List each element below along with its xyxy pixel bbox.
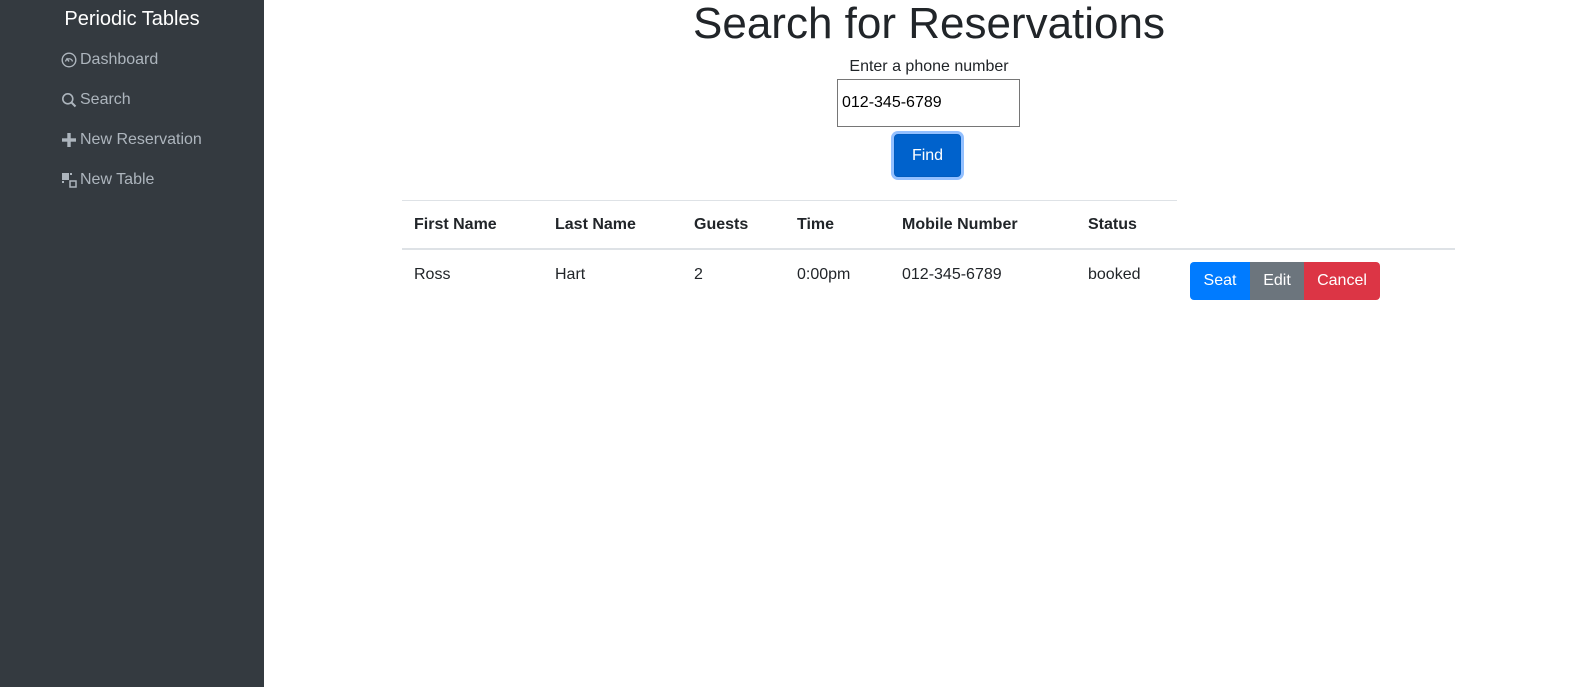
column-header-status: Status <box>1088 216 1137 233</box>
sidebar-item-label: New Reservation <box>80 131 202 148</box>
table-header-border <box>402 248 1455 250</box>
new-table-icon <box>59 170 79 190</box>
phone-label: Enter a phone number <box>849 58 1009 75</box>
sidebar-item-new-reservation[interactable]: New Reservation <box>59 128 202 152</box>
cancel-button[interactable]: Cancel <box>1304 262 1380 300</box>
sidebar-item-label: Dashboard <box>80 51 159 68</box>
status-badge: booked <box>1088 266 1141 283</box>
column-header-guests: Guests <box>694 216 749 233</box>
sidebar: Periodic Tables Dashboard Search New Res… <box>0 0 264 687</box>
brand-title[interactable]: Periodic Tables <box>0 6 264 32</box>
cell-last-name: Hart <box>555 266 586 283</box>
sidebar-item-label: New Table <box>80 171 155 188</box>
column-header-first-name: First Name <box>414 216 497 233</box>
sidebar-item-new-table[interactable]: New Table <box>59 168 154 192</box>
cell-first-name: Ross <box>414 266 451 283</box>
plus-icon <box>59 130 79 150</box>
cell-time: 0:00pm <box>797 266 851 283</box>
column-header-time: Time <box>797 216 835 233</box>
column-header-last-name: Last Name <box>555 216 636 233</box>
table-top-border <box>402 200 1177 201</box>
phone-search-input[interactable] <box>837 79 1020 127</box>
dashboard-icon <box>59 50 79 70</box>
cell-guests: 2 <box>694 266 703 283</box>
sidebar-item-dashboard[interactable]: Dashboard <box>59 48 158 72</box>
find-button[interactable]: Find <box>894 134 961 177</box>
column-header-mobile-number: Mobile Number <box>902 216 1018 233</box>
seat-button[interactable]: Seat <box>1190 262 1250 300</box>
sidebar-item-search[interactable]: Search <box>59 88 131 112</box>
cell-mobile-number: 012-345-6789 <box>902 266 1002 283</box>
sidebar-item-label: Search <box>80 91 131 108</box>
page-title: Search for Reservations <box>693 0 1165 48</box>
edit-button[interactable]: Edit <box>1250 262 1304 300</box>
search-icon <box>59 90 79 110</box>
